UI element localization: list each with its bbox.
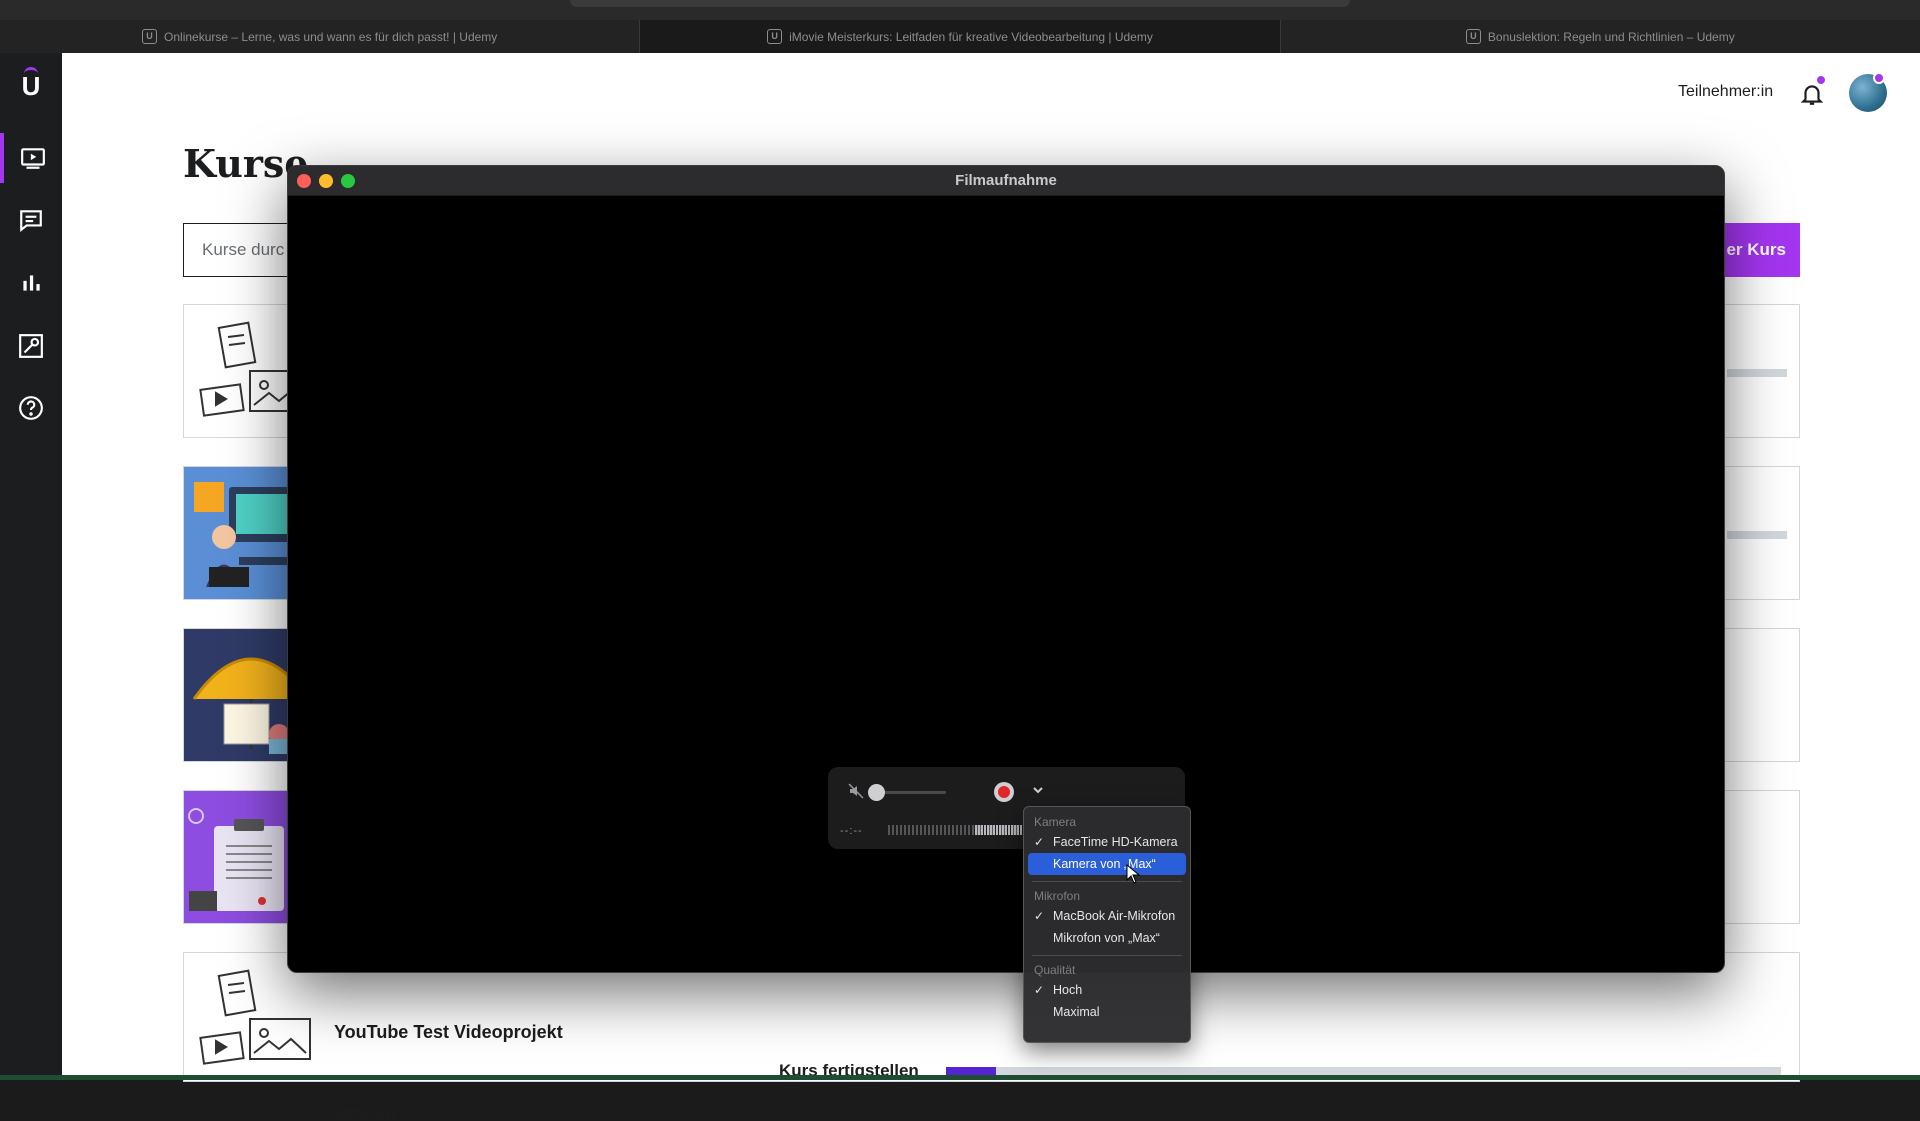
- udemy-favicon-icon: U: [1465, 29, 1481, 44]
- tab-title: Bonuslektion: Regeln und Richtlinien – U…: [1487, 29, 1735, 44]
- browser-top-bar: [0, 0, 1920, 20]
- student-view-link[interactable]: Teilnehmer:in: [1678, 83, 1773, 101]
- course-progress-fill: [946, 1067, 997, 1075]
- chevron-down-icon[interactable]: [1031, 783, 1045, 797]
- volume-slider-track[interactable]: [876, 791, 946, 794]
- udemy-favicon-icon: U: [767, 29, 783, 44]
- notification-dot: [1815, 74, 1827, 86]
- sidebar-item-tools[interactable]: [0, 321, 62, 371]
- draft-status-badge: ENTWURF: [334, 1106, 399, 1121]
- sidebar-item-communication[interactable]: [0, 195, 62, 245]
- menu-section-quality: Qualität: [1034, 963, 1076, 977]
- menu-item-quality-max[interactable]: Maximal: [1028, 1001, 1186, 1023]
- course-progress-bar: [1727, 531, 1787, 539]
- window-titlebar[interactable]: Filmaufnahme: [288, 166, 1724, 196]
- menu-item-max-mic[interactable]: Mikrofon von „Max“: [1028, 927, 1186, 949]
- browser-tab-strip: U Onlinekurse – Lerne, was und wann es f…: [0, 20, 1920, 53]
- bar-chart-icon: [23, 275, 40, 291]
- volume-slider-handle[interactable]: [868, 784, 885, 801]
- record-button[interactable]: [994, 782, 1014, 802]
- address-bar[interactable]: [570, 0, 1350, 7]
- avatar-notification-dot: [1873, 72, 1885, 84]
- sidebar-item-help[interactable]: [0, 383, 62, 433]
- audio-level-meter: [888, 825, 1023, 835]
- tab-title: iMovie Meisterkurs: Leitfaden für kreati…: [789, 29, 1153, 44]
- browser-tab[interactable]: U Bonuslektion: Regeln und Richtlinien –…: [1281, 20, 1920, 53]
- menu-item-max-camera[interactable]: Kamera von „Max“: [1028, 853, 1186, 875]
- menu-divider: [1032, 955, 1182, 956]
- course-progress-bar: [1727, 369, 1787, 377]
- browser-tab[interactable]: U Onlinekurse – Lerne, was und wann es f…: [0, 20, 641, 53]
- course-progress-track: [946, 1067, 1781, 1075]
- recording-time: --:--: [840, 825, 863, 837]
- recording-options-menu: Kamera FaceTime HD-Kamera Kamera von „Ma…: [1023, 806, 1191, 1043]
- help-icon: [19, 396, 43, 420]
- sidebar-item-performance[interactable]: [0, 258, 62, 308]
- mouse-pointer-icon: [1126, 864, 1140, 884]
- menu-item-facetime-camera[interactable]: FaceTime HD-Kamera: [1028, 831, 1186, 853]
- speaker-muted-icon[interactable]: [848, 783, 864, 799]
- course-title[interactable]: YouTube Test Videoprojekt: [334, 1022, 563, 1043]
- chat-icon: [20, 210, 42, 233]
- visibility-label: Öffentlich: [410, 1106, 465, 1121]
- video-icon: [21, 148, 45, 169]
- quicktime-recording-window: Filmaufnahme: [287, 165, 1725, 973]
- sidebar-item-courses[interactable]: [0, 133, 62, 183]
- browser-tab-active[interactable]: U iMovie Meisterkurs: Leitfaden für krea…: [640, 20, 1281, 53]
- menu-item-quality-high[interactable]: Hoch: [1028, 979, 1186, 1001]
- desktop-strip: [0, 1075, 1920, 1080]
- menu-section-camera: Kamera: [1034, 815, 1077, 829]
- tools-icon: [19, 334, 43, 358]
- udemy-logo-icon[interactable]: U: [18, 67, 44, 103]
- menu-section-microphone: Mikrofon: [1034, 889, 1081, 903]
- window-title: Filmaufnahme: [955, 172, 1057, 189]
- menu-item-macbook-mic[interactable]: MacBook Air-Mikrofon: [1028, 905, 1186, 927]
- tab-title: Onlinekurse – Lerne, was und wann es für…: [164, 29, 498, 44]
- menu-divider: [1032, 881, 1182, 882]
- udemy-favicon-icon: U: [142, 29, 158, 44]
- sidebar: U: [0, 53, 62, 1075]
